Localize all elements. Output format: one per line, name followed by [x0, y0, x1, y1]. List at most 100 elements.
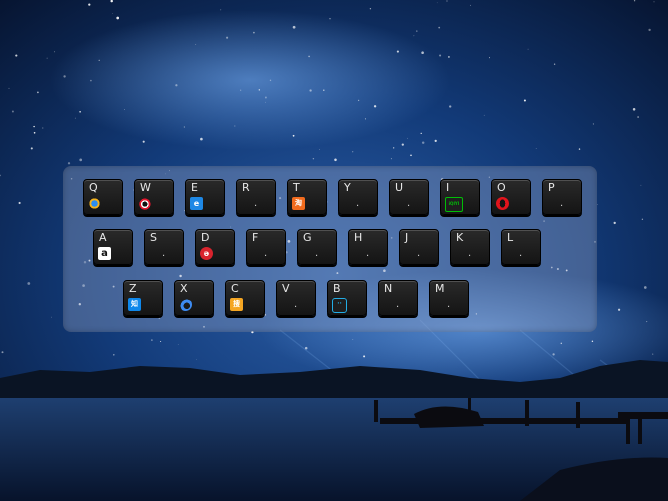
- star: [309, 89, 312, 92]
- key-letter: J: [405, 231, 409, 244]
- star: [646, 321, 648, 323]
- star: [142, 140, 145, 143]
- key-y[interactable]: Y.: [338, 179, 378, 215]
- key-n[interactable]: N.: [378, 280, 418, 316]
- star: [489, 57, 490, 59]
- star: [352, 151, 354, 153]
- star: [226, 36, 229, 39]
- weibo-icon: [139, 197, 152, 210]
- star: [175, 84, 178, 87]
- star: [637, 116, 639, 118]
- key-p[interactable]: P.: [542, 179, 582, 215]
- key-m[interactable]: M.: [429, 280, 469, 316]
- star: [357, 99, 360, 102]
- key-b[interactable]: B ··: [327, 280, 367, 316]
- star: [90, 79, 92, 82]
- star: [240, 89, 242, 91]
- key-j[interactable]: J.: [399, 229, 439, 265]
- star: [364, 118, 366, 120]
- star: [396, 50, 399, 53]
- key-k[interactable]: K.: [450, 229, 490, 265]
- key-d[interactable]: Də: [195, 229, 235, 265]
- star: [124, 109, 125, 110]
- blue-swirl-icon: [179, 298, 192, 311]
- star: [535, 148, 537, 149]
- star: [446, 0, 448, 2]
- key-r[interactable]: R.: [236, 179, 276, 215]
- star: [449, 105, 452, 108]
- star: [420, 132, 422, 135]
- key-letter: T: [293, 181, 300, 194]
- star: [265, 101, 266, 103]
- red-circle-app-icon: ə: [200, 247, 213, 260]
- orange-square-icon: 淘: [292, 197, 305, 210]
- star: [88, 3, 91, 6]
- key-letter: F: [252, 231, 259, 244]
- key-q[interactable]: Q: [83, 179, 123, 215]
- key-s[interactable]: S.: [144, 229, 184, 265]
- star: [523, 99, 526, 102]
- star: [617, 308, 621, 311]
- star: [436, 2, 438, 4]
- key-e[interactable]: Ee: [185, 179, 225, 215]
- star: [292, 134, 295, 137]
- star: [33, 125, 35, 128]
- key-v[interactable]: V.: [276, 280, 316, 316]
- key-i[interactable]: IiQIYI: [440, 179, 480, 215]
- star: [160, 340, 162, 343]
- star: [264, 96, 267, 99]
- key-o[interactable]: O: [491, 179, 531, 215]
- key-letter: X: [180, 282, 188, 295]
- star: [323, 89, 325, 91]
- star: [67, 162, 71, 165]
- key-dot: .: [162, 248, 166, 259]
- star: [438, 26, 441, 29]
- star: [292, 25, 296, 29]
- key-c[interactable]: C搜: [225, 280, 265, 316]
- star: [196, 359, 198, 360]
- star: [591, 340, 594, 343]
- star: [37, 91, 39, 94]
- key-letter: N: [384, 282, 393, 295]
- star: [177, 343, 179, 345]
- key-letter: U: [395, 181, 404, 194]
- key-dot: .: [264, 248, 268, 259]
- star: [200, 137, 203, 141]
- key-dot: .: [407, 198, 411, 209]
- star: [1, 351, 4, 354]
- key-f[interactable]: F.: [246, 229, 286, 265]
- key-t[interactable]: T淘: [287, 179, 327, 215]
- star: [421, 51, 424, 54]
- key-x[interactable]: X: [174, 280, 214, 316]
- star: [410, 154, 412, 157]
- key-dot: .: [356, 198, 360, 209]
- star: [652, 353, 654, 355]
- star: [421, 141, 425, 144]
- key-letter: O: [497, 181, 506, 194]
- key-l[interactable]: L.: [501, 229, 541, 265]
- key-g[interactable]: G.: [297, 229, 337, 265]
- star: [363, 355, 366, 358]
- star: [46, 57, 48, 59]
- key-dot: .: [315, 248, 319, 259]
- key-h[interactable]: H.: [348, 229, 388, 265]
- star: [373, 105, 377, 108]
- key-dot: .: [447, 299, 451, 310]
- star: [318, 148, 320, 150]
- key-z[interactable]: Z知: [123, 280, 163, 316]
- star: [308, 55, 310, 58]
- star: [30, 147, 33, 150]
- star: [33, 131, 36, 134]
- e-browser-icon: e: [190, 197, 203, 210]
- star: [42, 127, 44, 129]
- key-a[interactable]: Aa: [93, 229, 133, 265]
- star: [74, 117, 76, 119]
- star: [98, 59, 100, 61]
- key-dot: .: [254, 198, 258, 209]
- star: [258, 89, 260, 91]
- key-u[interactable]: U.: [389, 179, 429, 215]
- key-letter: C: [231, 282, 239, 295]
- key-w[interactable]: W: [134, 179, 174, 215]
- star: [653, 1, 655, 3]
- star: [596, 204, 598, 205]
